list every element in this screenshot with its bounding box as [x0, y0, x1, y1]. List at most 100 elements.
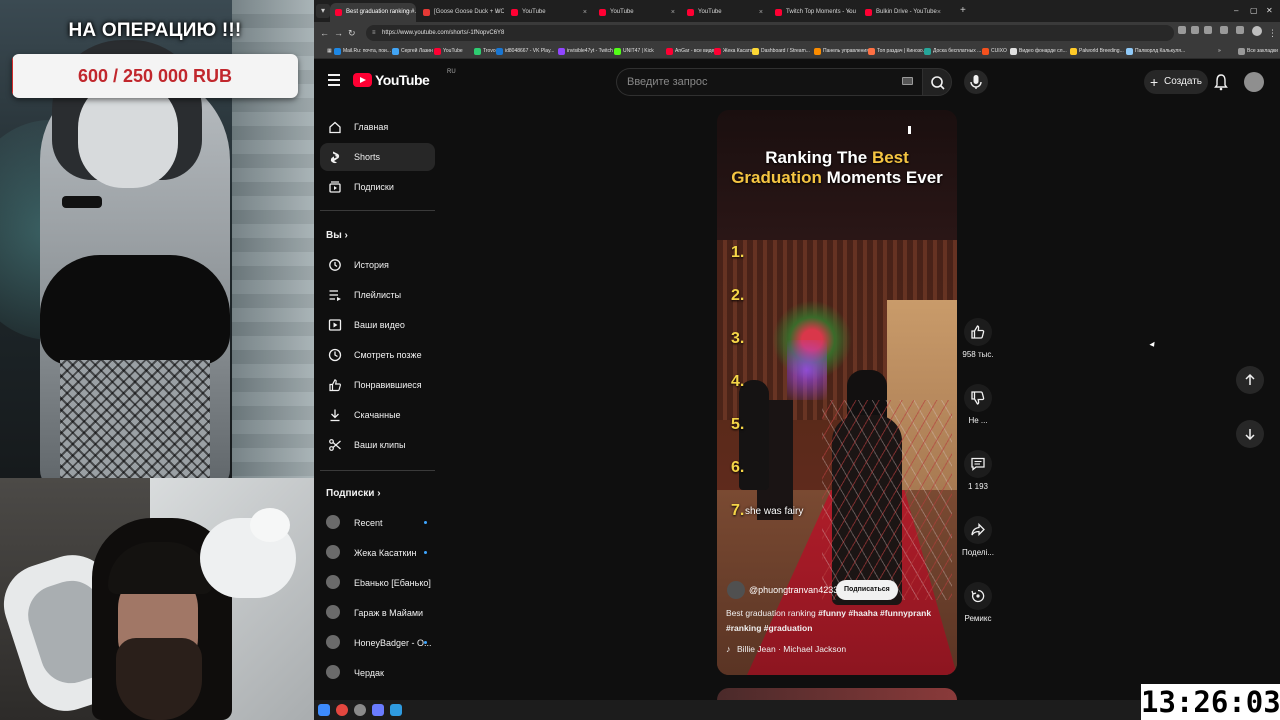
tab-close-icon[interactable]: ×	[495, 3, 499, 22]
site-info-icon[interactable]: ≡	[372, 25, 376, 41]
telegram-taskbar-icon[interactable]	[390, 704, 402, 716]
subscription-item[interactable]: HoneyBadger - О...	[320, 629, 435, 657]
bookmark-item[interactable]: Панель управления	[814, 46, 869, 57]
bookmark-item[interactable]: invisible47yt - Twitch	[558, 46, 613, 57]
bookmark-item[interactable]: id8048667 - VK Play...	[496, 46, 554, 57]
tab-close-icon[interactable]: ×	[759, 3, 763, 22]
bookmark-item[interactable]: Palworld Breeding...	[1070, 46, 1124, 57]
sidebar-item-main-2[interactable]: Подписки	[320, 173, 435, 201]
comments-icon	[971, 457, 985, 471]
bookmark-item[interactable]: Dashboard / Stream...	[752, 46, 810, 57]
short-video-player[interactable]: Ranking The Best Graduation Moments Ever…	[717, 110, 957, 675]
channel-avatar	[326, 575, 340, 589]
tab-close-icon[interactable]: ×	[671, 3, 675, 22]
bookmark-item[interactable]: Сергей Лазин	[392, 46, 433, 57]
search-input[interactable]: Введите запрос	[616, 68, 922, 96]
all-bookmarks-button[interactable]: Все закладки	[1238, 46, 1278, 57]
sidebar-item-you-4[interactable]: Понравившиеся	[320, 371, 435, 399]
bookmark-star-icon[interactable]	[1204, 26, 1212, 34]
bookmark-item[interactable]: UNIT47 | Kick	[614, 46, 654, 57]
browser-tab[interactable]: Bulkin Drive - YouTube ×	[860, 3, 946, 22]
tab-search-button[interactable]: ▾	[316, 4, 330, 18]
subscribe-button[interactable]: Подписаться	[836, 580, 898, 600]
sidebar-item-you-0[interactable]: История	[320, 251, 435, 279]
sidebar-item-main-0[interactable]: Главная	[320, 113, 435, 141]
sidebar-item-you-5[interactable]: Скачанные	[320, 401, 435, 429]
browser-tab[interactable]: YouTube ×	[682, 3, 768, 22]
bookmark-item[interactable]: Доска бесплатных ...	[924, 46, 981, 57]
guide-menu-icon[interactable]	[328, 74, 340, 86]
short-description[interactable]: Best graduation ranking #funny #haaha #f…	[726, 606, 951, 636]
bookmark-item[interactable]: Trovo	[474, 46, 496, 57]
subscription-item[interactable]: Recent	[320, 509, 435, 537]
browser-tab[interactable]: YouTube ×	[506, 3, 592, 22]
share-button[interactable]: Поделі...	[960, 516, 996, 557]
channel-name[interactable]: @phuongtranvan4233	[749, 580, 838, 600]
remix-button[interactable]: Ремикс	[960, 582, 996, 623]
account-avatar[interactable]	[1244, 72, 1264, 92]
back-icon[interactable]: ←	[320, 27, 329, 39]
downloads-toolbar-icon[interactable]	[1236, 26, 1244, 34]
previous-short-button[interactable]	[1236, 366, 1264, 394]
keyboard-icon[interactable]	[902, 77, 913, 85]
bookmarks-overflow-button[interactable]: »	[1218, 46, 1221, 57]
subscription-item[interactable]: Гараж в Майами	[320, 599, 435, 627]
notifications-button[interactable]	[1214, 72, 1228, 92]
address-bar[interactable]: ≡ https://www.youtube.com/shorts/-1fNopv…	[366, 25, 1174, 41]
music-link[interactable]: ♪ Billie Jean · Michael Jackson	[726, 642, 846, 656]
browser-tab[interactable]: Best graduation ranking #... ×	[330, 3, 416, 22]
browser-tab[interactable]: YouTube ×	[594, 3, 680, 22]
subscriptions-section-heading[interactable]: Подписки ›	[326, 488, 381, 499]
comments-button[interactable]: 1 193	[960, 450, 996, 491]
tab-close-icon[interactable]: ×	[937, 3, 941, 22]
bookmark-item[interactable]: Видео фонарде сл...	[1010, 46, 1067, 57]
subscription-item[interactable]: Чердак	[320, 659, 435, 687]
maximize-button[interactable]: ▢	[1250, 3, 1258, 19]
rank-number: 4.	[731, 373, 745, 390]
browser-menu-icon[interactable]: ⋮	[1268, 27, 1277, 39]
dislike-button[interactable]: Не ...	[960, 384, 996, 425]
pause-indicator-icon[interactable]	[908, 126, 911, 134]
bookmark-item[interactable]: Палворлд Калькуля...	[1126, 46, 1185, 57]
apps-icon[interactable]: ▦	[318, 46, 332, 57]
like-button[interactable]: 958 тыс.	[960, 318, 996, 359]
subscription-item[interactable]: Жека Касаткин	[320, 539, 435, 567]
extensions-icon[interactable]	[1220, 26, 1228, 34]
forward-icon[interactable]: →	[334, 27, 343, 39]
you-section-heading[interactable]: Вы ›	[326, 230, 348, 241]
sidebar-item-you-6[interactable]: Ваши клипы	[320, 431, 435, 459]
bookmark-item[interactable]: CUIXO	[982, 46, 1007, 57]
bookmark-item[interactable]: YouTube	[434, 46, 463, 57]
browser-window: ▾ Best graduation ranking #... × [Goose Go…	[314, 0, 1280, 702]
new-tab-button[interactable]: +	[960, 3, 966, 19]
tab-close-icon[interactable]: ×	[407, 3, 411, 22]
next-short-button[interactable]	[1236, 420, 1264, 448]
subscription-item[interactable]: Ebaнько [Ебанько]	[320, 569, 435, 597]
voice-search-button[interactable]	[964, 70, 988, 94]
remix-icon-wrap	[964, 582, 992, 610]
close-window-button[interactable]: ✕	[1266, 3, 1273, 19]
discord-taskbar-icon[interactable]	[372, 704, 384, 716]
obs-taskbar-icon[interactable]	[354, 704, 366, 716]
bookmark-item[interactable]: Топ раздач | Кинозо...	[868, 46, 927, 57]
browser-tab[interactable]: [Goose Goose Duck + WOW T...×	[418, 3, 504, 22]
zoom-icon[interactable]	[1191, 26, 1199, 34]
tab-close-icon[interactable]: ×	[847, 3, 851, 22]
bookmark-item[interactable]: Mail.Ru: почта, пои...	[334, 46, 391, 57]
start-icon[interactable]	[318, 704, 330, 716]
cast-icon[interactable]	[1178, 26, 1186, 34]
tab-close-icon[interactable]: ×	[583, 3, 587, 22]
create-button[interactable]: + Создать	[1144, 70, 1208, 94]
minimize-button[interactable]: –	[1234, 3, 1238, 19]
sidebar-item-you-3[interactable]: Смотреть позже	[320, 341, 435, 369]
channel-avatar[interactable]	[727, 581, 745, 599]
sidebar-item-main-1[interactable]: Shorts	[320, 143, 435, 171]
reload-icon[interactable]: ↻	[348, 27, 356, 39]
search-button[interactable]	[922, 68, 952, 96]
browser-tab[interactable]: Twitch Top Moments - YouTube×	[770, 3, 856, 22]
chrome-taskbar-icon[interactable]	[336, 704, 348, 716]
sidebar-item-you-1[interactable]: Плейлисты	[320, 281, 435, 309]
sidebar-item-you-2[interactable]: Ваши видео	[320, 311, 435, 339]
profile-avatar[interactable]	[1252, 26, 1262, 36]
bookmark-item[interactable]: AnGar - все видео...	[666, 46, 721, 57]
